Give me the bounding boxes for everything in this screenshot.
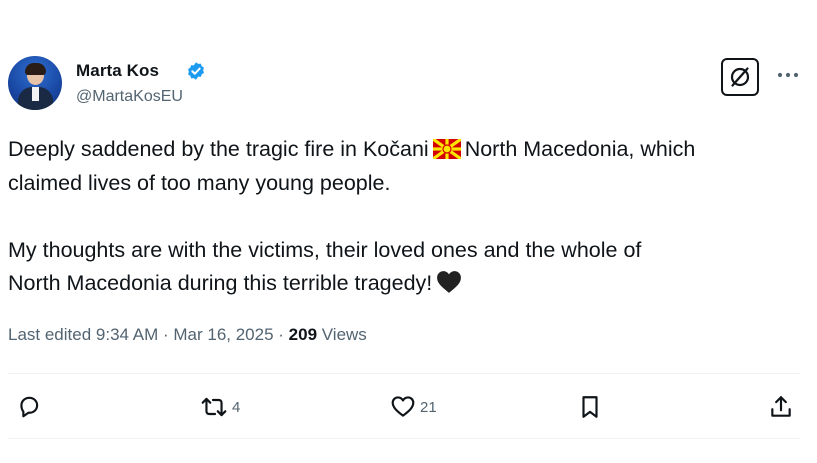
avatar-shirt <box>32 87 39 101</box>
post-text-part: Deeply saddened by the tragic fire in Ko… <box>8 137 429 161</box>
north-macedonia-flag-icon <box>432 139 461 159</box>
like-count: 21 <box>420 398 437 416</box>
like-button[interactable]: 21 <box>390 392 437 422</box>
avatar[interactable] <box>8 56 62 110</box>
post-text-part: North Macedonia during this terrible tra… <box>8 271 433 295</box>
avatar-hair <box>25 63 46 75</box>
author-name[interactable]: Marta Kos <box>76 61 159 81</box>
more-icon <box>777 72 799 78</box>
post-meta: Last edited 9:34 AM · Mar 16, 2025 · 209… <box>8 325 367 345</box>
divider-top <box>8 373 800 374</box>
verified-badge-icon[interactable] <box>186 61 206 81</box>
post-text-line-1: Deeply saddened by the tragic fire in Ko… <box>8 132 695 166</box>
black-heart-icon <box>436 270 462 294</box>
post-text-part: North Macedonia, which <box>464 137 696 161</box>
share-button[interactable] <box>768 392 794 422</box>
post-text-line-4: North Macedonia during this terrible tra… <box>8 266 462 300</box>
bookmark-button[interactable] <box>578 392 602 422</box>
grok-icon <box>730 67 750 87</box>
share-icon <box>771 396 791 417</box>
more-button[interactable] <box>775 64 801 86</box>
post-text-line-3: My thoughts are with the victims, their … <box>8 238 642 262</box>
divider-bottom <box>8 438 800 439</box>
repost-count: 4 <box>232 398 241 416</box>
views-count: 209 <box>288 325 318 344</box>
author-handle[interactable]: @MartaKosEU <box>76 88 183 106</box>
bookmark-icon <box>582 396 598 418</box>
grok-button[interactable] <box>721 58 759 96</box>
repost-button[interactable]: 4 <box>200 392 240 422</box>
post-text-line-2: claimed lives of too many young people. <box>8 171 391 195</box>
repost-icon <box>201 397 227 417</box>
reply-button[interactable] <box>16 392 42 422</box>
views-label: Views <box>317 325 367 344</box>
reply-icon <box>20 396 39 418</box>
like-icon <box>391 396 415 417</box>
edited-timestamp[interactable]: Last edited 9:34 AM · Mar 16, 2025 · <box>8 325 289 344</box>
